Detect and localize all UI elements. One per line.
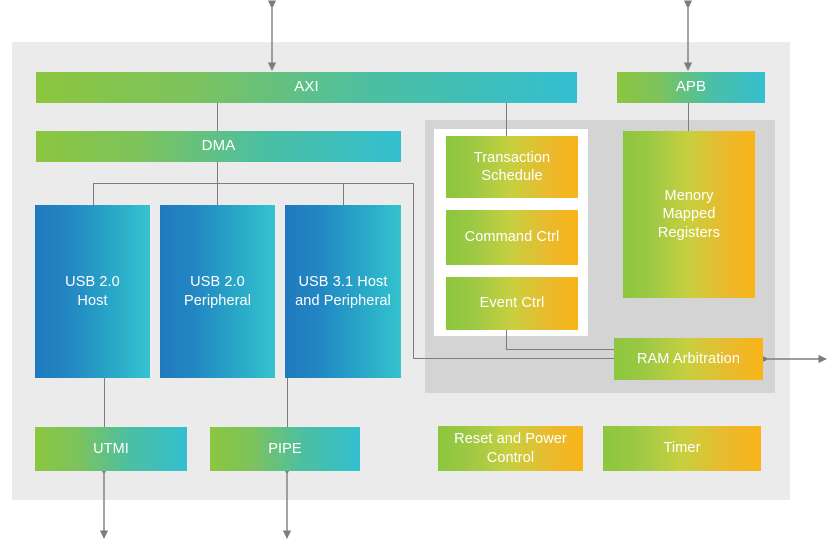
- block-dma[interactable]: DMA: [36, 131, 401, 162]
- block-reset-and-power-control[interactable]: Reset and Power Control: [438, 426, 583, 471]
- connector-dma-ram-vertical: [413, 183, 415, 359]
- block-memory-mapped-registers[interactable]: Menory Mapped Registers: [623, 131, 755, 298]
- connector-event-drop: [506, 330, 508, 350]
- block-ram-arbitration[interactable]: RAM Arbitration: [614, 338, 763, 380]
- block-timer[interactable]: Timer: [603, 426, 761, 471]
- connector-axi-transaction: [506, 103, 508, 137]
- block-axi[interactable]: AXI: [36, 72, 577, 103]
- block-pipe[interactable]: PIPE: [210, 427, 360, 471]
- block-usb-2-0-peripheral[interactable]: USB 2.0 Peripheral: [160, 205, 275, 378]
- connector-dma-spine: [93, 183, 414, 185]
- block-transaction-schedule[interactable]: Transaction Schedule: [446, 136, 578, 198]
- connector-usb0-utmi: [104, 378, 106, 428]
- block-utmi[interactable]: UTMI: [35, 427, 187, 471]
- block-diagram-canvas: AXI APB DMA USB 2.0 Host USB 2.0 Periphe…: [0, 0, 828, 546]
- block-command-ctrl[interactable]: Command Ctrl: [446, 210, 578, 265]
- connector-dma-usb0: [93, 183, 95, 206]
- connector-dma-ram-horizontal: [413, 358, 616, 360]
- connector-event-ram: [506, 349, 616, 351]
- connector-dma-usb2: [343, 183, 345, 206]
- block-event-ctrl[interactable]: Event Ctrl: [446, 277, 578, 330]
- block-usb-3-1-host-and-peripheral[interactable]: USB 3.1 Host and Peripheral: [285, 205, 401, 378]
- connector-apb-registers: [688, 103, 690, 133]
- connector-usb2-pipe: [287, 378, 289, 428]
- block-usb-2-0-host[interactable]: USB 2.0 Host: [35, 205, 150, 378]
- block-apb[interactable]: APB: [617, 72, 765, 103]
- connector-axi-dma: [217, 103, 219, 132]
